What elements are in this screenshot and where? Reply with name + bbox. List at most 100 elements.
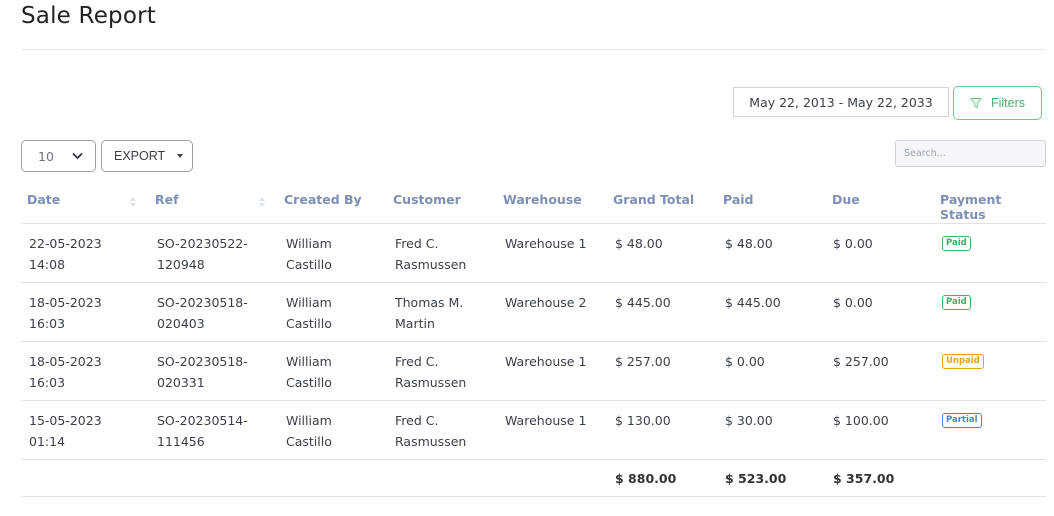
cell-created-by: William Castillo (286, 233, 332, 275)
column-header-due[interactable]: Due (832, 192, 860, 207)
customer-line1: Fred C. (395, 413, 439, 428)
date-range-picker[interactable]: May 22, 2013 - May 22, 2033 (733, 87, 949, 117)
search-input[interactable] (895, 140, 1046, 167)
cell-ref: SO-20230522- 120948 (157, 233, 248, 275)
status-badge: Partial (942, 413, 982, 428)
table-row[interactable]: 18-05-2023 16:03 SO-20230518- 020403 Willi… (21, 283, 1046, 342)
title-divider (21, 49, 1046, 50)
cell-warehouse: Warehouse 1 (505, 354, 587, 369)
customer-line2: Rasmussen (395, 375, 467, 390)
date-text: 18-05-2023 (29, 354, 102, 369)
cell-warehouse: Warehouse 1 (505, 413, 587, 428)
chevron-down-icon (72, 152, 83, 160)
status-badge: Unpaid (942, 354, 984, 369)
cell-paid: $ 445.00 (725, 295, 781, 310)
date-text: 22-05-2023 (29, 236, 102, 251)
column-header-grand-total[interactable]: Grand Total (613, 192, 694, 207)
ref-text-line1: SO-20230518- (157, 354, 248, 369)
cell-customer: Fred C. Rasmussen (395, 351, 466, 393)
export-label: EXPORT (114, 149, 166, 163)
cell-grand-total: $ 48.00 (615, 236, 663, 251)
caret-down-icon (177, 154, 184, 158)
created-by-line2: Castillo (286, 434, 332, 449)
cell-created-by: William Castillo (286, 351, 332, 393)
table-totals-row: $ 880.00 $ 523.00 $ 357.00 (21, 460, 1046, 497)
cell-customer: Fred C. Rasmussen (395, 233, 466, 275)
created-by-line2: Castillo (286, 257, 332, 272)
cell-customer: Fred C. Rasmussen (395, 410, 466, 452)
cell-warehouse: Warehouse 1 (505, 236, 587, 251)
customer-line1: Thomas M. (395, 295, 464, 310)
created-by-line1: William (286, 295, 332, 310)
column-header-paid[interactable]: Paid (723, 192, 754, 207)
cell-paid: $ 48.00 (725, 236, 773, 251)
column-header-created-by[interactable]: Created By (284, 192, 362, 207)
column-header-date[interactable]: Date (27, 192, 60, 207)
date-text: 18-05-2023 (29, 295, 102, 310)
rows-per-page-value: 10 (38, 148, 54, 164)
cell-grand-total: $ 130.00 (615, 413, 671, 428)
created-by-line1: William (286, 413, 332, 428)
customer-line2: Martin (395, 316, 435, 331)
status-badge: Paid (942, 236, 971, 251)
cell-due: $ 100.00 (833, 413, 889, 428)
time-text: 16:03 (29, 375, 66, 390)
cell-due: $ 0.00 (833, 236, 873, 251)
time-text: 14:08 (29, 257, 66, 272)
export-button[interactable]: EXPORT (101, 140, 193, 172)
sort-icon[interactable] (258, 195, 266, 209)
customer-line1: Fred C. (395, 354, 439, 369)
cell-ref: SO-20230514- 111456 (157, 410, 248, 452)
cell-ref: SO-20230518- 020403 (157, 292, 248, 334)
created-by-line1: William (286, 236, 332, 251)
cell-date: 18-05-2023 16:03 (29, 351, 102, 393)
ref-text-line1: SO-20230514- (157, 413, 248, 428)
filters-label: Filters (990, 96, 1026, 110)
cell-date: 18-05-2023 16:03 (29, 292, 102, 334)
date-text: 15-05-2023 (29, 413, 102, 428)
cell-ref: SO-20230518- 020331 (157, 351, 248, 393)
filter-icon (969, 98, 982, 109)
created-by-line2: Castillo (286, 375, 332, 390)
cell-date: 22-05-2023 14:08 (29, 233, 102, 275)
table-row[interactable]: 15-05-2023 01:14 SO-20230514- 111456 Willi… (21, 401, 1046, 460)
customer-line2: Rasmussen (395, 257, 467, 272)
table-header: Date Ref Created By Customer Warehouse G… (21, 182, 1046, 224)
table-row[interactable]: 22-05-2023 14:08 SO-20230522- 120948 Willi… (21, 224, 1046, 283)
rows-per-page-select[interactable]: 10 (21, 140, 96, 172)
cell-created-by: William Castillo (286, 292, 332, 334)
cell-customer: Thomas M. Martin (395, 292, 463, 334)
sort-icon[interactable] (129, 195, 137, 209)
ref-text-line2: 020403 (157, 316, 205, 331)
cell-grand-total: $ 445.00 (615, 295, 671, 310)
ref-text-line2: 020331 (157, 375, 205, 390)
time-text: 16:03 (29, 316, 66, 331)
ref-text-line2: 120948 (157, 257, 205, 272)
sales-table: Date Ref Created By Customer Warehouse G… (21, 182, 1046, 497)
status-badge: Paid (942, 295, 971, 310)
customer-line2: Rasmussen (395, 434, 467, 449)
table-row[interactable]: 18-05-2023 16:03 SO-20230518- 020331 Willi… (21, 342, 1046, 401)
cell-grand-total: $ 257.00 (615, 354, 671, 369)
created-by-line2: Castillo (286, 316, 332, 331)
column-header-payment-status[interactable]: Payment Status (940, 192, 1046, 222)
cell-date: 15-05-2023 01:14 (29, 410, 102, 452)
cell-paid: $ 0.00 (725, 354, 765, 369)
ref-text-line1: SO-20230522- (157, 236, 248, 251)
total-paid: $ 523.00 (725, 471, 787, 486)
filters-button[interactable]: Filters (953, 86, 1042, 120)
created-by-line1: William (286, 354, 332, 369)
time-text: 01:14 (29, 434, 66, 449)
ref-text-line1: SO-20230518- (157, 295, 248, 310)
cell-paid: $ 30.00 (725, 413, 773, 428)
column-header-warehouse[interactable]: Warehouse (503, 192, 582, 207)
column-header-customer[interactable]: Customer (393, 192, 461, 207)
cell-created-by: William Castillo (286, 410, 332, 452)
page-title: Sale Report (21, 3, 156, 29)
cell-warehouse: Warehouse 2 (505, 295, 587, 310)
customer-line1: Fred C. (395, 236, 439, 251)
cell-due: $ 257.00 (833, 354, 889, 369)
cell-due: $ 0.00 (833, 295, 873, 310)
total-grand-total: $ 880.00 (615, 471, 677, 486)
column-header-ref[interactable]: Ref (155, 192, 179, 207)
